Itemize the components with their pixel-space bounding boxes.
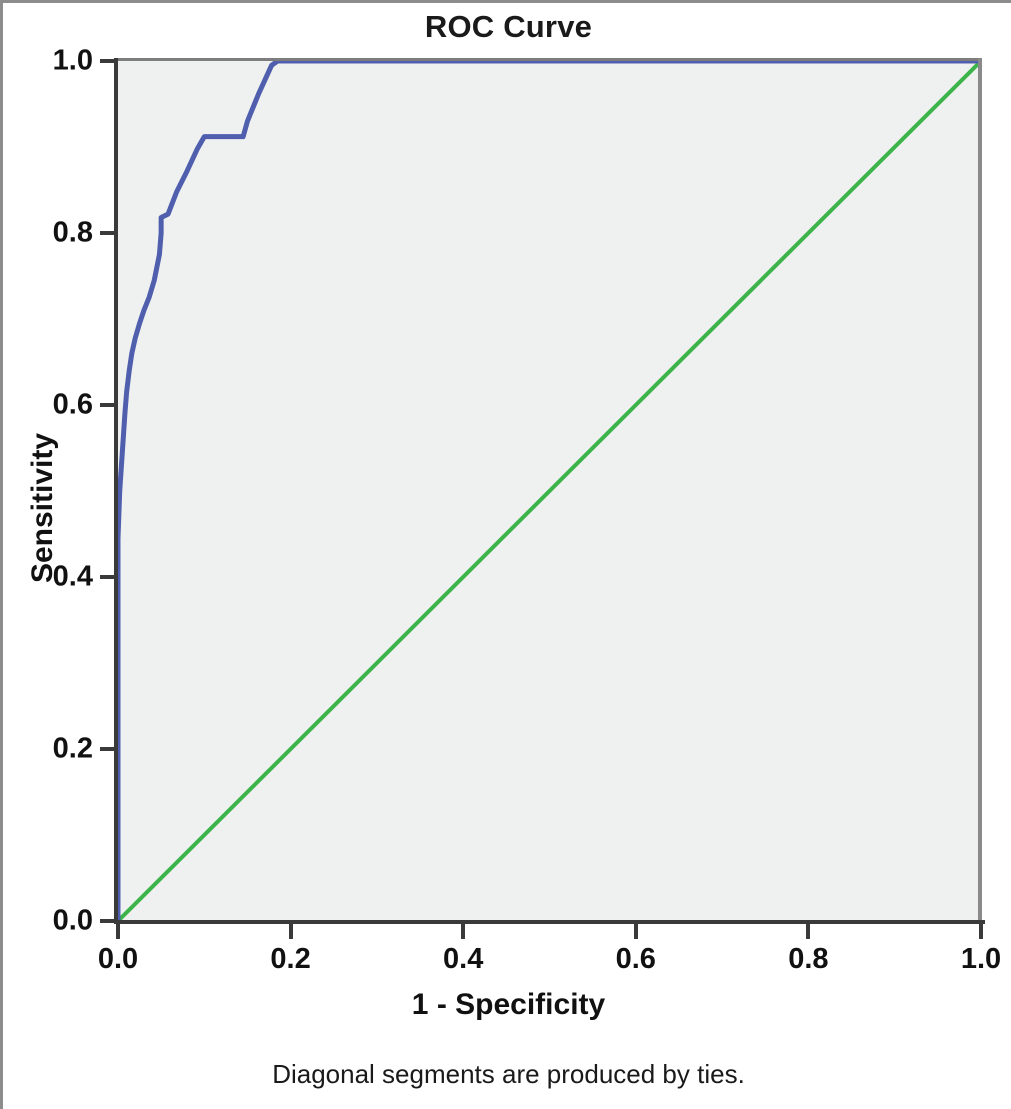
y-axis-tick-mark bbox=[100, 403, 114, 407]
x-axis-line bbox=[114, 920, 985, 924]
x-axis-tick-label: 1.0 bbox=[960, 943, 1002, 975]
y-axis-tick-label: 0.2 bbox=[52, 732, 93, 765]
y-axis-title: Sensitivity bbox=[26, 432, 59, 584]
x-axis-tick-label: 0.0 bbox=[97, 943, 139, 975]
chart-footnote: Diagonal segments are produced by ties. bbox=[272, 1059, 745, 1089]
x-axis-tick-label: 0.4 bbox=[443, 943, 484, 975]
x-axis-title: 1 - Specificity bbox=[411, 988, 606, 1021]
x-axis-tick-label: 0.6 bbox=[615, 943, 656, 975]
x-axis-tick-label: 0.8 bbox=[788, 943, 829, 975]
x-axis-tick-mark bbox=[288, 924, 293, 939]
y-axis-tick-mark bbox=[100, 59, 114, 63]
plot-right-border bbox=[978, 58, 982, 924]
reference-diagonal-line bbox=[118, 61, 981, 921]
y-axis-tick-label: 0.0 bbox=[52, 904, 93, 937]
x-axis-tick-mark bbox=[116, 924, 120, 939]
y-axis-tick-mark bbox=[100, 747, 114, 751]
plot-area bbox=[118, 61, 981, 921]
x-axis-tick-label: 0.2 bbox=[270, 943, 311, 975]
page-title: ROC Curve bbox=[424, 9, 593, 44]
y-axis-tick-label: 0.8 bbox=[52, 216, 93, 249]
y-axis-tick-mark bbox=[100, 231, 114, 235]
roc-curve-figure: ROC Curve 0.0 0.2 0.4 0.6 0.8 1.0 0.0 0.2 0.4 0.… bbox=[0, 0, 1011, 1109]
x-axis-tick-mark bbox=[806, 924, 811, 939]
x-axis-tick-mark bbox=[461, 924, 466, 939]
y-axis-tick-mark bbox=[100, 919, 114, 923]
plot-svg bbox=[118, 61, 981, 921]
plot-top-border bbox=[118, 58, 981, 61]
y-axis-line bbox=[114, 58, 118, 924]
x-axis-tick-mark bbox=[633, 924, 638, 939]
y-axis-tick-mark bbox=[100, 575, 114, 579]
y-axis-tick-label: 1.0 bbox=[52, 44, 93, 77]
x-axis-tick-mark bbox=[979, 924, 983, 939]
